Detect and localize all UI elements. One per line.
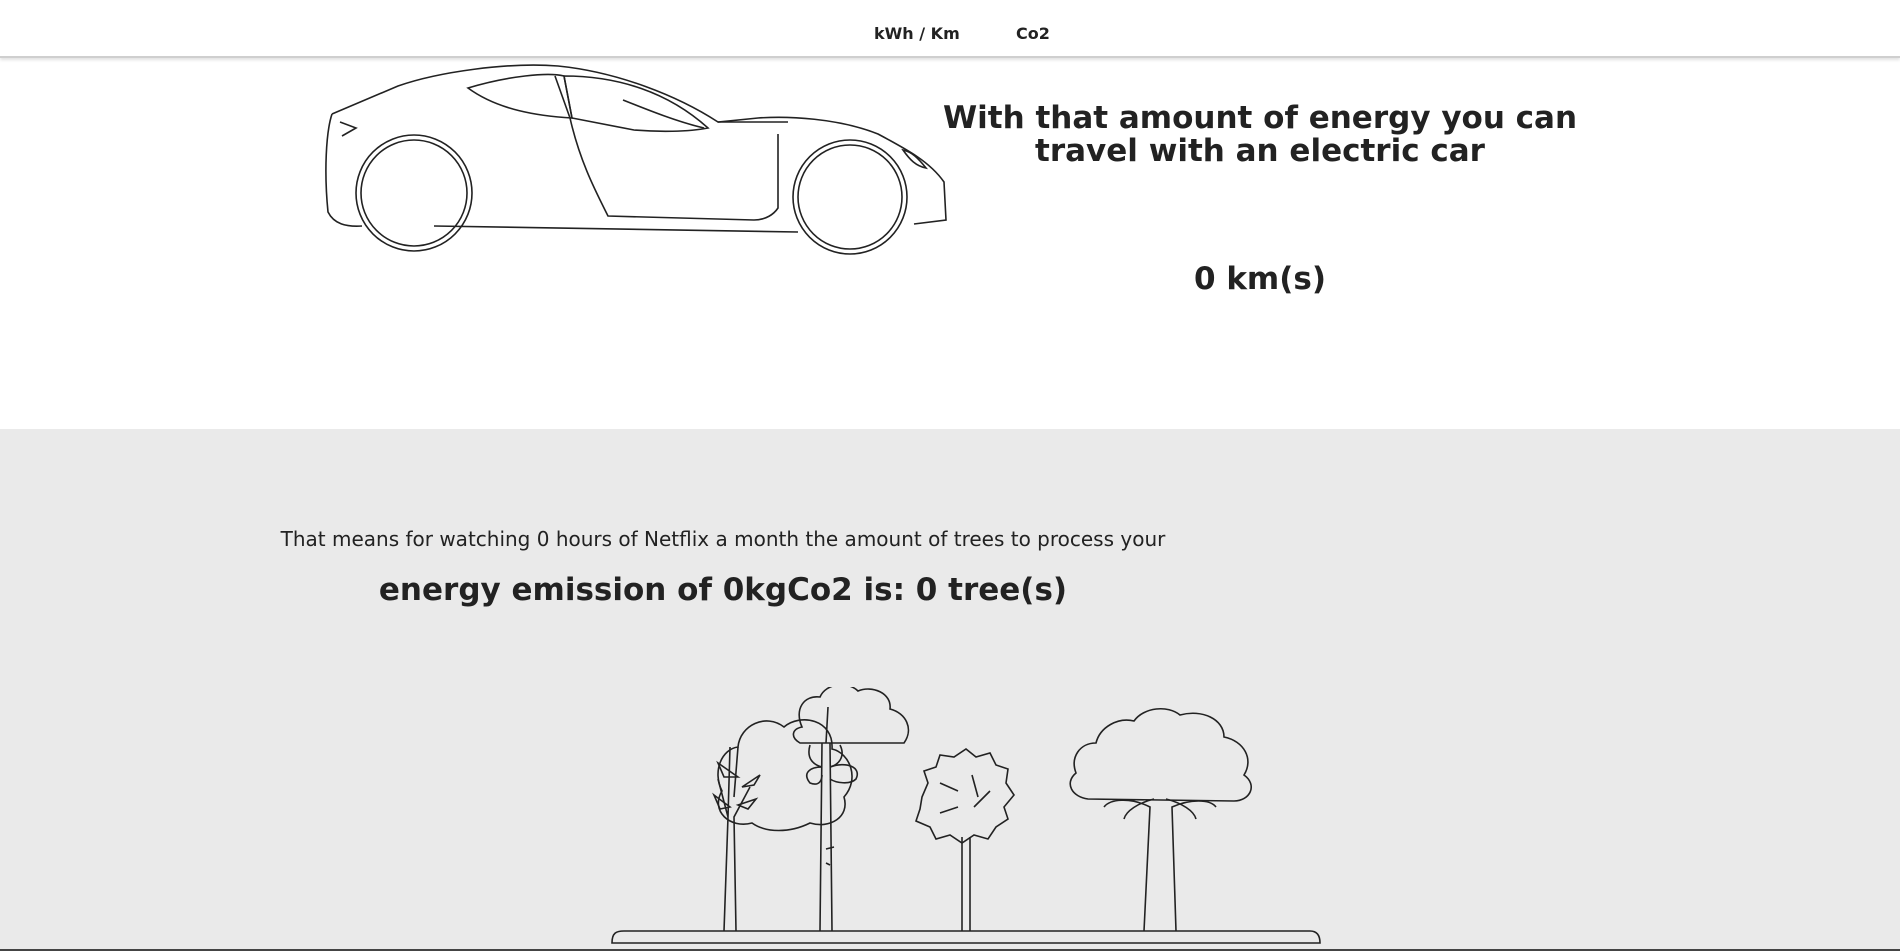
top-navigation: kWh / Km Co2 [0,0,1900,58]
trees-illustration [611,687,1321,944]
car-illustration [325,64,947,255]
distance-value: 0 km(s) [1193,261,1327,297]
car-section: With that amount of energy you can trave… [0,60,1900,429]
netflix-text: That means for watching 0 hours of Netfl… [280,527,1166,551]
tree-section: That means for watching 0 hours of Netfl… [0,429,1900,951]
car-heading: With that amount of energy you can trave… [942,100,1578,169]
nav-kwh-km-link[interactable]: kWh / Km [874,24,960,43]
emission-text: energy emission of 0kgCo2 is: 0 tree(s) [378,572,1068,608]
nav-co2-link[interactable]: Co2 [1016,24,1050,43]
